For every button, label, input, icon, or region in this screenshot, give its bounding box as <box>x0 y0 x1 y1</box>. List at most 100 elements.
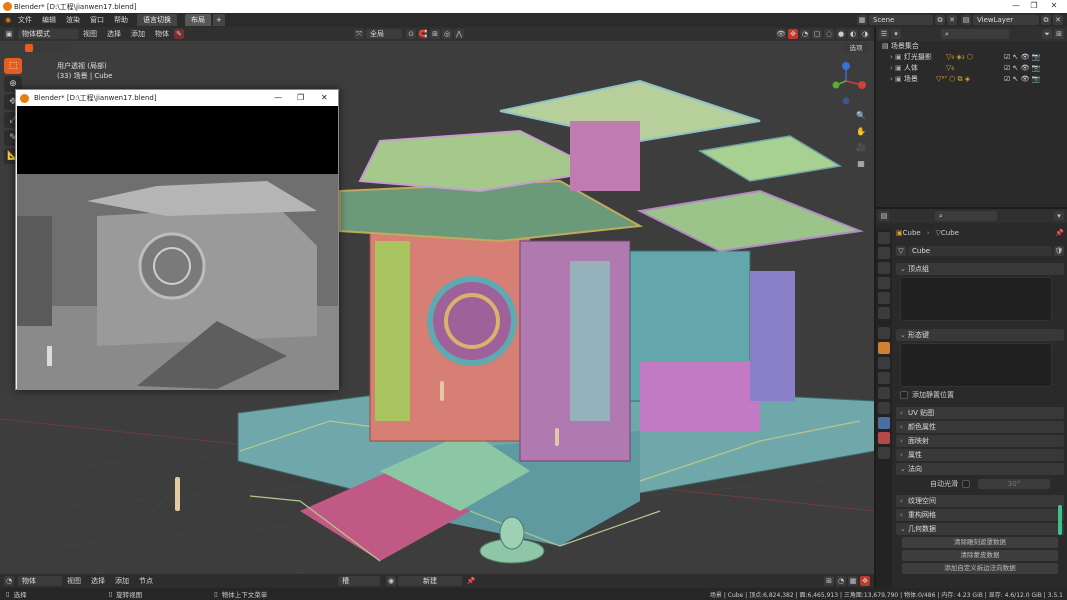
bottom-menu-add[interactable]: 添加 <box>110 574 134 588</box>
maximize-button[interactable]: ❐ <box>1027 1 1041 12</box>
tab-layout[interactable]: 布局 <box>185 14 211 26</box>
world-tab-icon[interactable] <box>878 307 890 319</box>
select-intersect-icon[interactable] <box>61 44 69 52</box>
scene-remove-icon[interactable]: ✕ <box>947 15 957 25</box>
menu-add[interactable]: 添加 <box>126 27 150 41</box>
menu-view[interactable]: 视图 <box>78 27 102 41</box>
transform-orientation-selector[interactable]: 全局 <box>366 29 402 39</box>
snap-icon[interactable]: 🧲 <box>418 29 428 39</box>
falloff-icon[interactable]: ⋀ <box>454 29 464 39</box>
render-close-button[interactable]: ✕ <box>321 90 328 106</box>
render-window[interactable]: Blender* [D:\工程\jianwen17.blend] — ❐ ✕ <box>15 89 339 390</box>
viewlayer-copy-icon[interactable]: ⧉ <box>1041 15 1051 25</box>
row-visibility-icons[interactable]: ☑ ↖ 👁 📷 <box>1004 63 1040 74</box>
menu-select[interactable]: 选择 <box>102 27 126 41</box>
close-button[interactable]: ✕ <box>1047 1 1061 12</box>
mode-selector[interactable]: 物体模式 <box>18 29 78 39</box>
pivot-icon[interactable]: ⊙ <box>406 29 416 39</box>
render-minimize-button[interactable]: — <box>274 90 282 106</box>
shading-wireframe-icon[interactable]: ◌ <box>824 29 834 39</box>
particles-tab-icon[interactable] <box>878 372 890 384</box>
xray-icon[interactable]: ▢ <box>812 29 822 39</box>
pan-hand-icon[interactable]: ✋ <box>854 125 868 139</box>
select-box-tool-icon[interactable]: ⬚ <box>4 58 22 74</box>
grid-toggle-icon[interactable]: ▦ <box>854 157 868 171</box>
menu-edit[interactable]: 编辑 <box>37 13 61 27</box>
tool-tab-icon[interactable] <box>878 232 890 244</box>
physics-tab-icon[interactable] <box>878 387 890 399</box>
options-button[interactable]: 选项 <box>842 43 870 53</box>
pin-icon[interactable]: 📌 <box>1055 229 1064 237</box>
zoom-icon[interactable]: 🔍 <box>854 109 868 123</box>
fake-user-icon[interactable]: 🛡 <box>1054 246 1064 256</box>
auto-smooth-checkbox[interactable] <box>962 480 970 488</box>
bottom-object-selector[interactable]: 物体 <box>18 576 62 586</box>
menu-file[interactable]: 文件 <box>13 13 37 27</box>
bottom-menu-node[interactable]: 节点 <box>134 574 158 588</box>
select-new-icon[interactable] <box>25 44 33 52</box>
minimize-button[interactable]: — <box>1009 1 1023 12</box>
output-tab-icon[interactable] <box>878 262 890 274</box>
viewlayer-selector[interactable]: ViewLayer <box>973 15 1039 25</box>
bottom-snap-icon[interactable]: ⊞ <box>824 576 834 586</box>
outliner-item-human[interactable]: › ▣ 人体 ▽₆ ☑ ↖ 👁 📷 <box>876 63 1067 74</box>
editor-type-icon[interactable]: ▣ <box>4 29 14 39</box>
outliner-scene-collection[interactable]: ▤ 场景集合 <box>876 41 1067 52</box>
select-extend-icon[interactable] <box>34 44 42 52</box>
outliner-item-lights[interactable]: › ▣ 灯光摄影 ▽₉ ◈₃ ⬡ ☑ ↖ 👁 📷 <box>876 52 1067 63</box>
visibility-icon[interactable]: 👁 <box>776 29 786 39</box>
menu-render[interactable]: 渲染 <box>61 13 85 27</box>
blender-menu-icon[interactable]: ◉ <box>3 15 13 25</box>
render-window-titlebar[interactable]: Blender* [D:\工程\jianwen17.blend] — ❐ ✕ <box>16 90 338 106</box>
snap-target-icon[interactable]: ⊞ <box>430 29 440 39</box>
texture-tab-icon[interactable] <box>878 447 890 459</box>
scene-copy-icon[interactable]: ⧉ <box>935 15 945 25</box>
properties-search-input[interactable]: ⌕ <box>935 211 997 221</box>
viewlayer-remove-icon[interactable]: ✕ <box>1053 15 1063 25</box>
properties-editor-icon[interactable]: ▤ <box>879 211 889 221</box>
menu-object[interactable]: 物体 <box>150 27 174 41</box>
select-invert-icon[interactable] <box>52 44 60 52</box>
bottom-pin-icon[interactable]: 📌 <box>466 576 476 586</box>
panel-vertex-groups[interactable]: 顶点组 <box>896 263 1064 275</box>
add-workspace-button[interactable]: + <box>213 14 225 26</box>
vertex-groups-list[interactable] <box>900 277 1052 321</box>
material-browse-icon[interactable]: ◉ <box>386 576 396 586</box>
rest-position-checkbox[interactable] <box>900 391 908 399</box>
scene-icon[interactable]: ▦ <box>857 15 867 25</box>
outliner-item-scene[interactable]: › ▣ 场景 ▽⁹⁷ ⬡ ⧉ ◈ ☑ ↖ 👁 📷 <box>876 74 1067 85</box>
outliner-search-input[interactable]: ⌕ <box>941 29 1009 39</box>
panel-texture-space[interactable]: 纹理空间 <box>896 495 1064 507</box>
panel-shape-keys[interactable]: 形态键 <box>896 329 1064 341</box>
transform-orientation-icon[interactable]: ⤧ <box>354 29 364 39</box>
menu-window[interactable]: 窗口 <box>85 13 109 27</box>
outliner-display-mode-icon[interactable]: ▾ <box>891 29 901 39</box>
bottom-menu-select[interactable]: 选择 <box>86 574 110 588</box>
bottom-editor-type-icon[interactable]: ◔ <box>4 576 14 586</box>
row-visibility-icons[interactable]: ☑ ↖ 👁 📷 <box>1004 52 1040 63</box>
select-subtract-icon[interactable] <box>43 44 51 52</box>
menu-help[interactable]: 帮助 <box>109 13 133 27</box>
bottom-menu-view[interactable]: 视图 <box>62 574 86 588</box>
object-tab-icon[interactable] <box>878 342 890 354</box>
navigation-gizmo[interactable] <box>832 62 867 105</box>
shading-rendered-icon[interactable]: ◑ <box>860 29 870 39</box>
panel-geometry-data[interactable]: 几何数据 <box>896 523 1064 535</box>
outliner-editor-icon[interactable]: ☰ <box>879 29 889 39</box>
proportional-edit-icon[interactable]: ◎ <box>442 29 452 39</box>
viewlayer-icon[interactable]: ▤ <box>961 15 971 25</box>
gizmo-icon[interactable]: ✥ <box>788 29 798 39</box>
mesh-data-tab-icon[interactable] <box>878 417 890 429</box>
auto-smooth-angle-field[interactable]: 30° <box>978 479 1050 489</box>
panel-normals[interactable]: 法向 <box>896 463 1064 475</box>
modifier-tab-icon[interactable] <box>878 357 890 369</box>
shading-material-icon[interactable]: ◐ <box>848 29 858 39</box>
row-visibility-icons[interactable]: ☑ ↖ 👁 📷 <box>1004 74 1040 85</box>
bottom-backdrop-icon[interactable]: ▦ <box>848 576 858 586</box>
render-maximize-button[interactable]: ❐ <box>297 90 304 106</box>
material-tab-icon[interactable] <box>878 432 890 444</box>
bottom-overlay-icon[interactable]: ◔ <box>836 576 846 586</box>
collection-tab-icon[interactable] <box>878 327 890 339</box>
panel-color-attributes[interactable]: 颜色属性 <box>896 421 1064 433</box>
shape-keys-list[interactable] <box>900 343 1052 387</box>
